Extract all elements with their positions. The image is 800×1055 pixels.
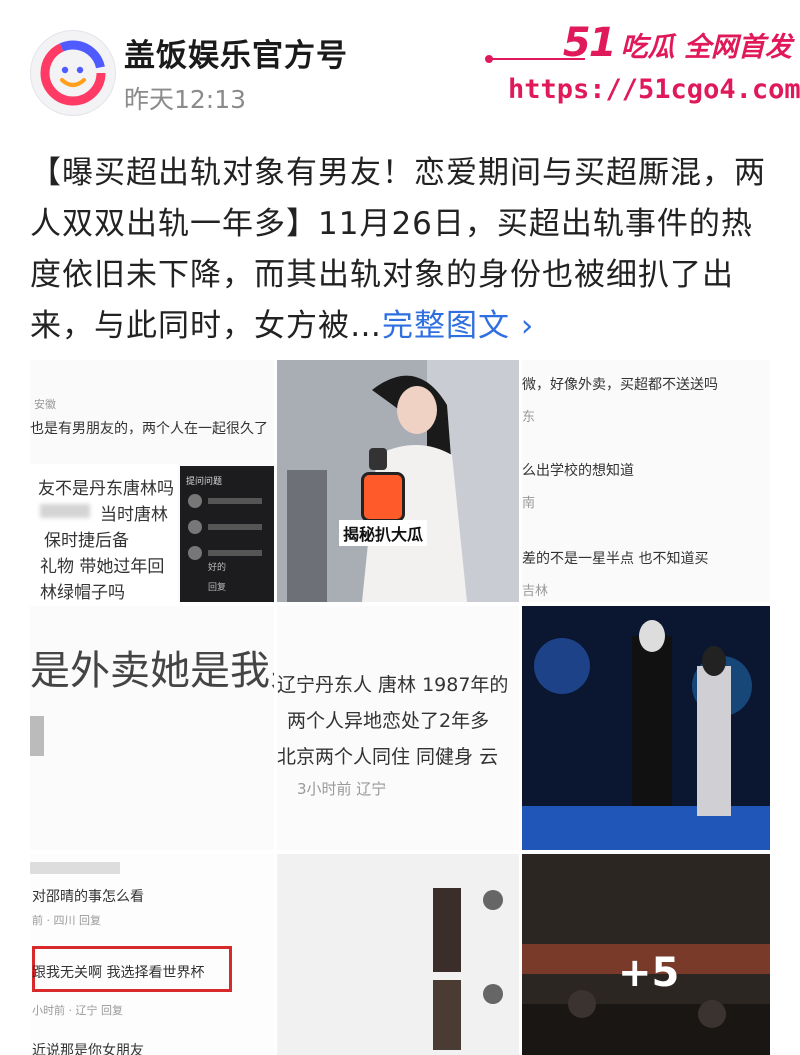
image-tile-5[interactable]: 辽宁丹东人 唐林 1987年的 两个人异地恋处了2年多 北京两个人同住 同健身 … xyxy=(277,606,519,850)
image-tile-3[interactable]: 微，好像外卖，买超都不送送吗 东 么出学校的想知道 南 差的不是一星半点 也不知… xyxy=(522,360,770,602)
sticker-icon xyxy=(361,472,405,522)
comment-meta-2: 小时前 · 辽宁 回复 xyxy=(32,1004,123,1017)
dark-screenshot-card: 提问问题 好的 回复 xyxy=(180,466,274,602)
watermark-logo: 51 吃瓜 全网首发 xyxy=(563,20,792,66)
comment-line-bottom: 近说那是你女朋友 xyxy=(32,1043,144,1055)
chat-image-1 xyxy=(433,888,461,972)
comment-line-1: 辽宁丹东人 唐林 1987年的 xyxy=(277,674,509,696)
gaifan-logo-icon xyxy=(40,40,106,106)
comment-meta: 3小时前 辽宁 xyxy=(297,780,387,798)
chat-avatar-1 xyxy=(483,890,503,910)
image-tile-9[interactable]: +5 xyxy=(522,854,770,1055)
image-tile-8[interactable] xyxy=(277,854,519,1055)
comment-line-1: 对邵晴的事怎么看 xyxy=(32,889,144,905)
blurred-name xyxy=(40,504,90,518)
avatar xyxy=(188,494,202,508)
location-3: 吉林 xyxy=(522,584,549,599)
watermark-url: https://51cgo4.com xyxy=(508,74,800,105)
card-line-4: 礼物 带她过年回 xyxy=(40,557,165,577)
line-bar xyxy=(208,498,262,504)
comment-card: 友不是丹东唐林吗 当时唐林 保时捷后备 礼物 带她过年回 林绿帽子吗 xyxy=(30,464,178,602)
dark-card-line-1: 提问问题 xyxy=(186,477,223,487)
line-bar xyxy=(208,524,262,530)
image-tile-4[interactable]: 是外卖她是我男 xyxy=(30,606,274,850)
location-label: 安徽 xyxy=(34,398,56,411)
account-name[interactable]: 盖饭娱乐官方号 xyxy=(124,30,348,75)
comment-line-2: 么出学校的想知道 xyxy=(522,463,634,479)
comment-line: 也是有男朋友的，两个人在一起很久了 xyxy=(30,421,268,437)
sticker-text: 揭秘扒大瓜 xyxy=(339,520,428,546)
avatar xyxy=(188,546,202,560)
comment-line-2: 两个人异地恋处了2年多 xyxy=(287,710,490,732)
card-line-1: 友不是丹东唐林吗 xyxy=(38,479,174,499)
large-comment-text: 是外卖她是我男 xyxy=(30,648,274,694)
card-line-3: 保时捷后备 xyxy=(44,531,129,551)
location-1: 东 xyxy=(522,410,536,425)
card-line-5: 林绿帽子吗 xyxy=(40,583,125,602)
dark-card-line-3: 回复 xyxy=(208,583,227,593)
watermark-line xyxy=(490,58,585,60)
location-2: 南 xyxy=(522,496,536,511)
comment-meta-1: 前 · 四川 回复 xyxy=(32,914,101,927)
comment-line-3: 北京两个人同住 同健身 云 xyxy=(277,746,499,768)
post-time: 昨天12:13 xyxy=(124,85,247,114)
highlighted-comment: 跟我无关啊 我选择看世界杯 xyxy=(32,965,205,981)
text-fragment xyxy=(30,716,44,756)
watermark-text: 吃瓜 全网首发 xyxy=(620,32,792,63)
stage-photo xyxy=(522,606,770,850)
image-tile-7[interactable]: 对邵晴的事怎么看 前 · 四川 回复 跟我无关啊 我选择看世界杯 小时前 · 辽… xyxy=(30,854,274,1055)
line-bar xyxy=(208,550,262,556)
account-avatar[interactable] xyxy=(30,30,116,116)
image-tile-6[interactable] xyxy=(522,606,770,850)
card-line-2: 当时唐林 xyxy=(100,505,168,525)
dark-card-line-2: 好的 xyxy=(208,563,227,573)
comment-line-1: 微，好像外卖，买超都不送送吗 xyxy=(522,377,718,393)
chat-avatar-2 xyxy=(483,984,503,1004)
chat-image-2 xyxy=(433,980,461,1050)
image-tile-1[interactable]: 安徽 也是有男朋友的，两个人在一起很久了 友不是丹东唐林吗 当时唐林 保时捷后备… xyxy=(30,360,274,602)
avatar xyxy=(188,520,202,534)
image-tile-2[interactable]: 揭秘扒大瓜 xyxy=(277,360,519,602)
blurred-username xyxy=(30,862,120,874)
comment-line-3: 差的不是一星半点 也不知道买 xyxy=(522,551,709,567)
full-article-link[interactable]: 完整图文 › xyxy=(382,308,534,344)
more-images-count[interactable]: +5 xyxy=(618,950,679,996)
post-text: 【曝买超出轨对象有男友！恋爱期间与买超厮混，两人双双出轨一年多】11月26日，买… xyxy=(30,148,770,352)
